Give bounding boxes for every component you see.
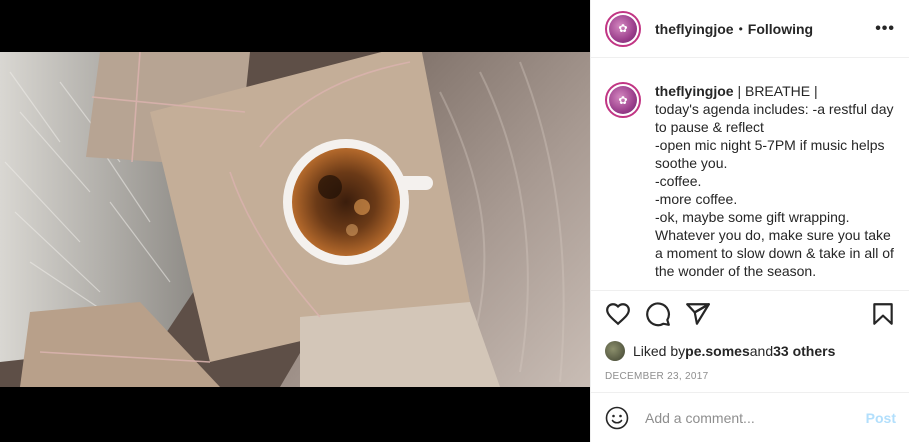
following-button[interactable]: Following	[748, 21, 813, 37]
action-icons-row	[605, 299, 896, 329]
caption-text: theflyingjoe | BREATHE | today's agenda …	[655, 82, 895, 290]
post-side-panel: ✿ theflyingjoe • Following ••• ✿ theflyi…	[590, 0, 909, 442]
post-comment-button[interactable]: Post	[866, 410, 896, 426]
post-media-pane	[0, 0, 590, 442]
caption-line: today's agenda includes: -a restful day …	[655, 101, 898, 135]
smile-icon[interactable]	[605, 406, 629, 430]
caption-line: | BREATHE |	[733, 83, 818, 99]
caption-line: Whatever you do, make sure you take a mo…	[655, 227, 898, 279]
post-caption: ✿ theflyingjoe | BREATHE | today's agend…	[591, 58, 909, 290]
caption-line: -more coffee.	[655, 191, 738, 207]
post-photo[interactable]	[0, 52, 590, 387]
caption-line: -coffee.	[655, 173, 702, 189]
share-icon[interactable]	[685, 301, 711, 327]
post-header: ✿ theflyingjoe • Following •••	[591, 0, 909, 58]
header-separator: •	[738, 21, 743, 36]
author-avatar[interactable]: ✿	[605, 10, 641, 47]
comment-input[interactable]	[645, 409, 855, 426]
likes-middle: and	[749, 343, 774, 359]
author-username[interactable]: theflyingjoe	[655, 21, 734, 37]
more-options-icon[interactable]: •••	[875, 20, 895, 38]
post-date[interactable]: DECEMBER 23, 2017	[605, 371, 896, 382]
caption-avatar[interactable]: ✿	[605, 82, 641, 118]
liker-avatar[interactable]	[605, 341, 625, 361]
caption-line: -open mic night 5-7PM if music helps soo…	[655, 137, 889, 171]
likes-others-link[interactable]: 33 others	[773, 343, 835, 359]
likes-summary: Liked by pe.somes and 33 others	[605, 341, 896, 361]
liker-username[interactable]: pe.somes	[685, 343, 750, 359]
comment-bar: Post	[591, 392, 909, 442]
comment-icon[interactable]	[645, 301, 671, 327]
coffee-gifts-photo	[0, 52, 590, 387]
flower-icon: ✿	[609, 86, 637, 114]
bookmark-icon[interactable]	[870, 301, 896, 327]
caption-username[interactable]: theflyingjoe	[655, 83, 734, 99]
likes-prefix: Liked by	[633, 343, 686, 359]
instagram-post-modal: ✿ theflyingjoe • Following ••• ✿ theflyi…	[0, 0, 909, 442]
post-actions: Liked by pe.somes and 33 others DECEMBER…	[591, 290, 909, 382]
heart-icon[interactable]	[605, 301, 631, 327]
flower-icon: ✿	[609, 14, 637, 43]
caption-line: -ok, maybe some gift wrapping.	[655, 209, 850, 225]
